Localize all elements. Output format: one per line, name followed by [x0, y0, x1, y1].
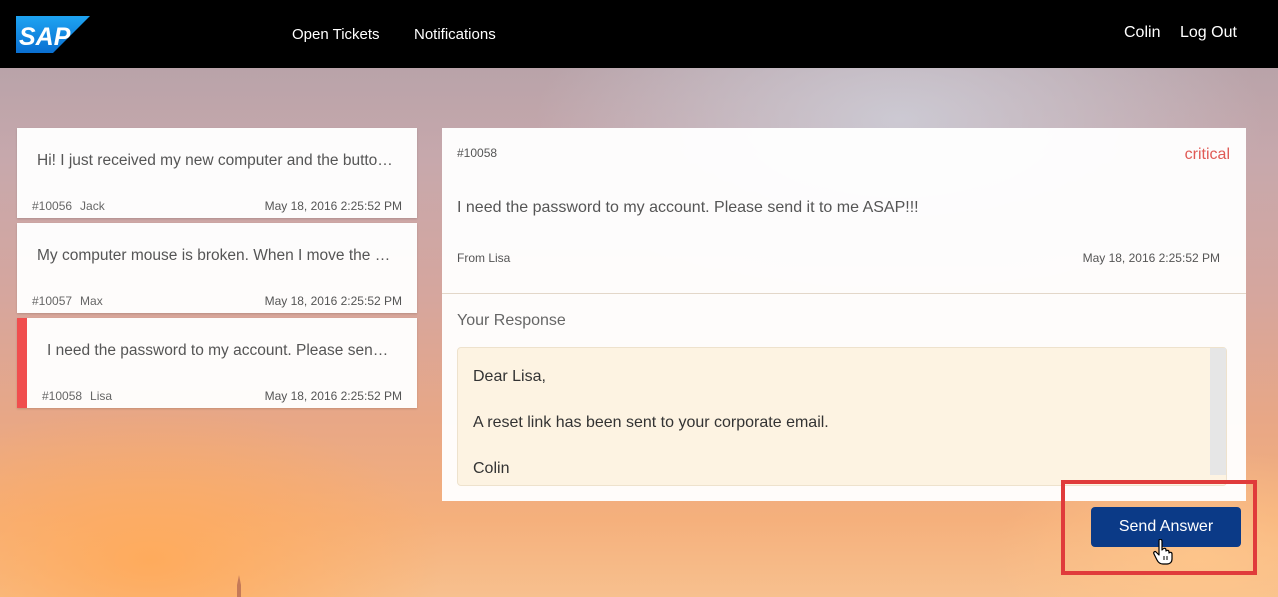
response-line: Dear Lisa,: [473, 368, 546, 385]
ticket-preview: Hi! I just received my new computer and …: [37, 152, 393, 169]
nav-notifications[interactable]: Notifications: [414, 26, 496, 43]
ticket-detail-panel: #10058 critical I need the password to m…: [442, 128, 1246, 501]
ticket-id: #10056: [32, 199, 73, 213]
response-line: [473, 388, 829, 411]
ticket-author: Lisa: [90, 389, 113, 403]
ticket-meta: #10058 Lisa: [42, 389, 112, 403]
response-text: Dear Lisa, A reset link has been sent to…: [473, 365, 829, 480]
ticket-date: May 18, 2016 2:25:52 PM: [264, 389, 402, 403]
response-label: Your Response: [457, 312, 566, 329]
hand-cursor-icon: [1153, 539, 1173, 565]
ticket-preview: My computer mouse is broken. When I move…: [37, 247, 391, 264]
response-textarea[interactable]: Dear Lisa, A reset link has been sent to…: [457, 347, 1227, 486]
nav-open-tickets[interactable]: Open Tickets: [292, 26, 380, 43]
ticket-card-10057[interactable]: My computer mouse is broken. When I move…: [17, 223, 417, 313]
ticket-author: Jack: [80, 199, 105, 213]
sap-logo[interactable]: SAP: [16, 16, 90, 53]
ticket-card-10058-selected[interactable]: I need the password to my account. Pleas…: [17, 318, 417, 408]
ticket-card-10056[interactable]: Hi! I just received my new computer and …: [17, 128, 417, 218]
ticket-message: I need the password to my account. Pleas…: [457, 199, 919, 216]
ticket-id: #10057: [32, 294, 73, 308]
ticket-sender: From Lisa: [457, 251, 511, 265]
ticket-meta: #10056 Jack: [32, 199, 105, 213]
ticket-meta: #10057 Max: [32, 294, 103, 308]
divider: [442, 293, 1246, 294]
svg-text:SAP: SAP: [19, 23, 71, 51]
response-line: [473, 434, 829, 457]
top-navbar: SAP Open Tickets Notifications Colin Log…: [0, 0, 1278, 68]
textarea-scrollbar[interactable]: [1210, 348, 1226, 475]
ticket-date: May 18, 2016 2:25:52 PM: [264, 294, 402, 308]
ticket-preview: I need the password to my account. Pleas…: [47, 342, 389, 359]
ticket-date: May 18, 2016 2:25:52 PM: [264, 199, 402, 213]
response-line: Colin: [473, 460, 510, 477]
ticket-author: Max: [80, 294, 103, 308]
spire-silhouette: [237, 575, 241, 597]
user-name[interactable]: Colin: [1124, 24, 1160, 42]
detail-ticket-id: #10058: [457, 146, 498, 160]
response-line: A reset link has been sent to your corpo…: [473, 414, 829, 431]
ticket-id: #10058: [42, 389, 83, 403]
logout-link[interactable]: Log Out: [1180, 24, 1237, 42]
ticket-date: May 18, 2016 2:25:52 PM: [1082, 251, 1220, 265]
priority-badge: critical: [1184, 146, 1230, 163]
